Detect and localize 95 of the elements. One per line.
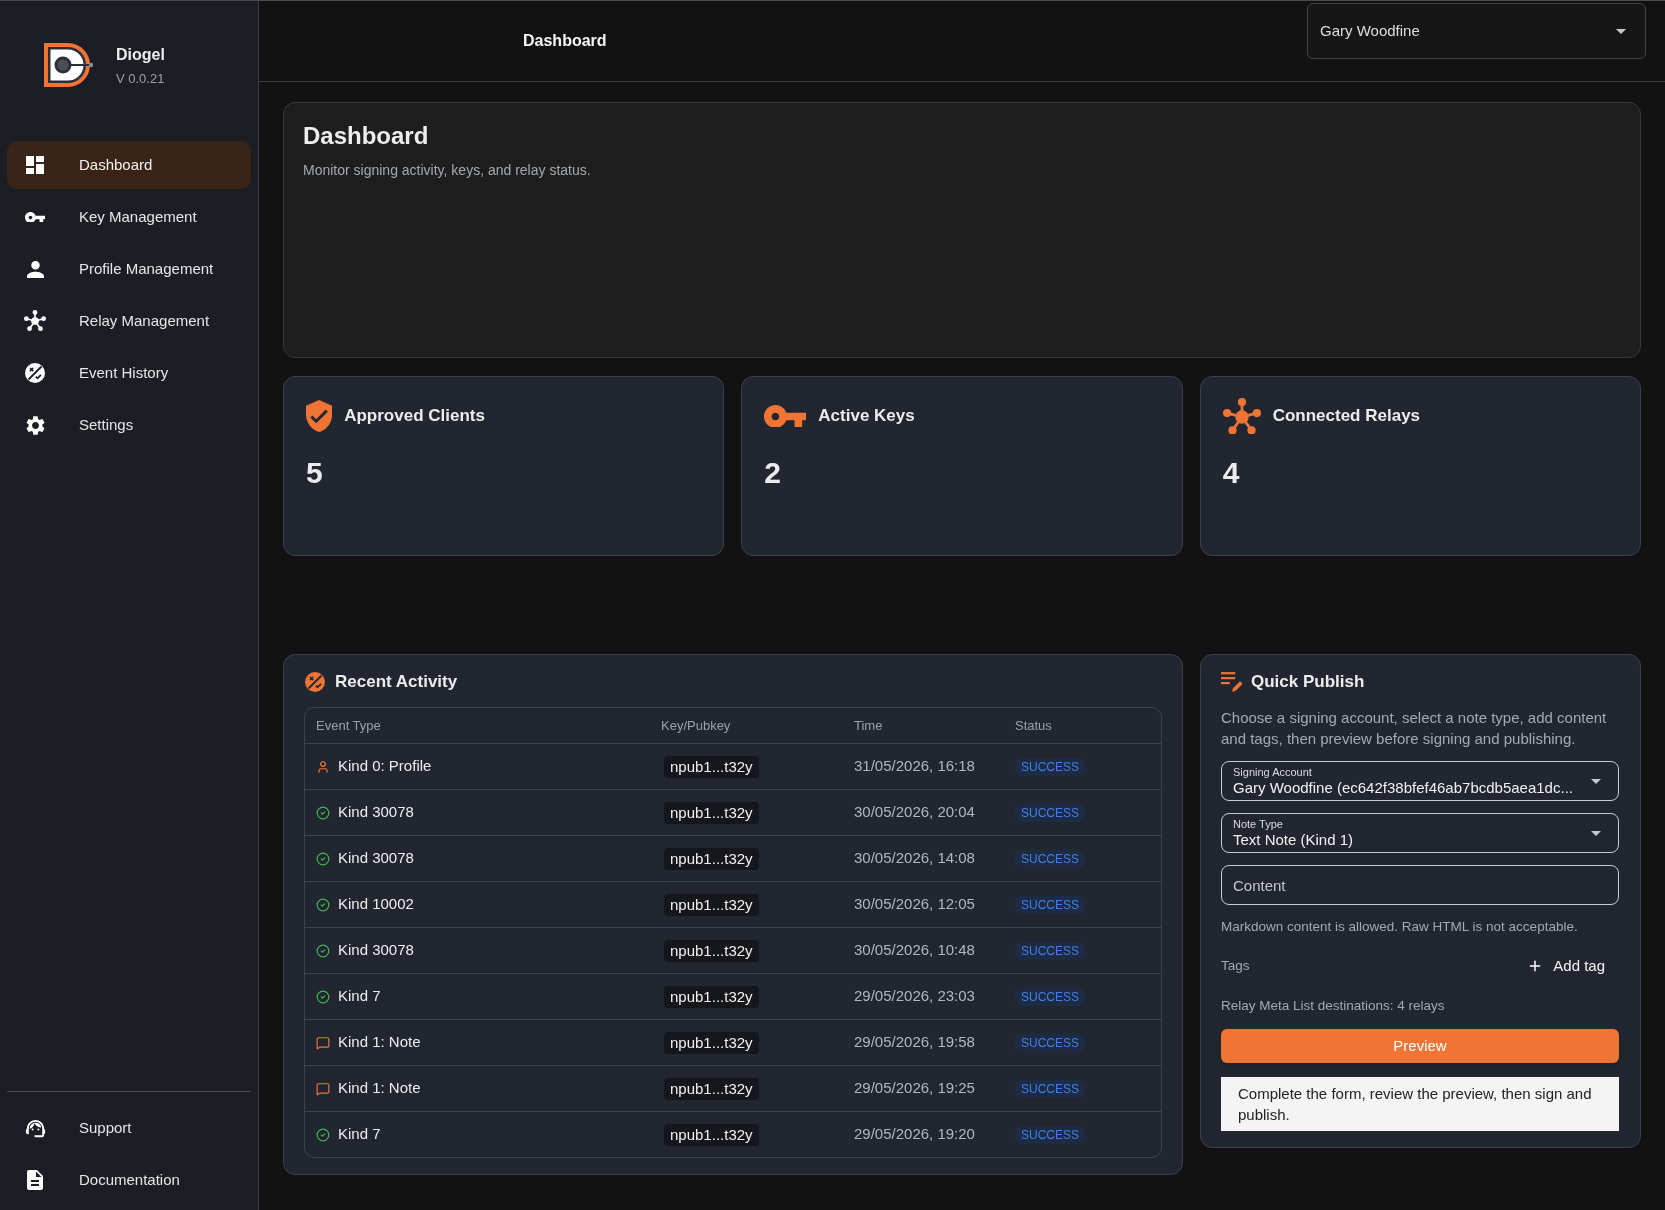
pubkey-chip: npub1...t32y bbox=[664, 985, 759, 1008]
column-header: Key/Pubkey bbox=[661, 716, 732, 735]
table-cell-text: 30/05/2026, 10:48 bbox=[854, 940, 975, 961]
pubkey-chip: npub1...t32y bbox=[664, 893, 759, 916]
check-circle-icon bbox=[316, 943, 330, 958]
app-name: Diogel bbox=[116, 45, 165, 65]
pubkey-chip: npub1...t32y bbox=[664, 755, 759, 778]
table-cell-text: 29/05/2026, 19:25 bbox=[854, 1078, 975, 1099]
chat-bubble-icon bbox=[316, 1081, 330, 1096]
table-cell-text: 29/05/2026, 19:20 bbox=[854, 1124, 975, 1145]
event-type: Kind 1: Note bbox=[338, 1032, 421, 1053]
shield-check-icon bbox=[306, 400, 333, 432]
column-header: Event Type bbox=[316, 716, 382, 735]
lines-pencil-icon bbox=[1221, 672, 1243, 692]
key-icon bbox=[764, 404, 807, 428]
check-circle-icon bbox=[316, 897, 330, 912]
nav-item[interactable]: Support bbox=[7, 1104, 251, 1152]
table-cell-text: 30/05/2026, 20:04 bbox=[854, 802, 975, 823]
status-badge: SUCCESS bbox=[1015, 757, 1085, 776]
page-subtitle: Monitor signing activity, keys, and relay status. bbox=[303, 161, 591, 180]
content-field[interactable]: Content bbox=[1221, 865, 1619, 905]
key-icon bbox=[25, 211, 45, 223]
check-x-circle-icon bbox=[305, 672, 325, 692]
card-title: Recent Activity bbox=[335, 671, 458, 694]
caret-icon bbox=[1591, 778, 1601, 784]
person-icon bbox=[316, 759, 330, 774]
page-title: Dashboard bbox=[303, 121, 429, 151]
check-x-circle-icon bbox=[25, 363, 45, 383]
network-icon bbox=[24, 310, 46, 332]
pubkey-chip: npub1...t32y bbox=[664, 1123, 759, 1146]
stat-value: 4 bbox=[1222, 455, 1240, 491]
tags-label: Tags bbox=[1221, 956, 1250, 975]
column-header: Time bbox=[854, 716, 884, 735]
check-circle-icon bbox=[316, 1127, 330, 1142]
status-badge: SUCCESS bbox=[1015, 941, 1085, 960]
check-circle-icon bbox=[316, 805, 330, 820]
network-icon bbox=[1222, 397, 1261, 435]
note-type-select[interactable]: Note Type Text Note (Kind 1) bbox=[1221, 813, 1619, 853]
pubkey-chip: npub1...t32y bbox=[664, 1077, 759, 1100]
column-header: Status bbox=[1015, 716, 1053, 735]
status-badge: SUCCESS bbox=[1015, 1125, 1085, 1144]
nav-item[interactable]: Documentation bbox=[7, 1156, 251, 1204]
event-type: Kind 30078 bbox=[338, 802, 414, 823]
stat-label: Approved Clients bbox=[344, 405, 485, 428]
table-cell-text: 30/05/2026, 14:08 bbox=[854, 848, 975, 869]
event-type: Kind 0: Profile bbox=[338, 756, 432, 777]
status-badge: SUCCESS bbox=[1015, 849, 1085, 868]
helper-text: Markdown content is allowed. Raw HTML is not acceptable. bbox=[1221, 918, 1579, 936]
status-badge: SUCCESS bbox=[1015, 895, 1085, 914]
nav-item[interactable]: Event History bbox=[7, 349, 251, 397]
card-title: Quick Publish bbox=[1251, 671, 1365, 694]
app-logo bbox=[42, 41, 94, 89]
table-cell-text: 29/05/2026, 19:58 bbox=[854, 1032, 975, 1053]
status-badge: SUCCESS bbox=[1015, 1033, 1085, 1052]
signing-account-select[interactable]: Signing Account Gary Woodfine (ec642f38bfef46ab7bcdb5aea1dc... bbox=[1221, 761, 1619, 801]
event-type: Kind 7 bbox=[338, 986, 381, 1007]
pubkey-chip: npub1...t32y bbox=[664, 1031, 759, 1054]
pubkey-chip: npub1...t32y bbox=[664, 801, 759, 824]
nav-item[interactable]: Key Management bbox=[7, 193, 251, 241]
stat-value: 5 bbox=[306, 455, 323, 491]
add-tag-button[interactable]: Add tag bbox=[1527, 950, 1619, 982]
caret-icon bbox=[1616, 28, 1626, 34]
nav-item[interactable]: Dashboard bbox=[7, 141, 251, 189]
check-circle-icon bbox=[316, 851, 330, 866]
chat-bubble-icon bbox=[316, 1035, 330, 1050]
pubkey-chip: npub1...t32y bbox=[664, 939, 759, 962]
nav-item[interactable]: Relay Management bbox=[7, 297, 251, 345]
card-description: Choose a signing account, select a note type, add content and tags, then preview before signing and publishing. bbox=[1221, 708, 1608, 749]
table-cell-text: 29/05/2026, 23:03 bbox=[854, 986, 975, 1007]
event-type: Kind 30078 bbox=[338, 848, 414, 869]
nav-item[interactable]: Settings bbox=[7, 401, 251, 449]
event-type: Kind 10002 bbox=[338, 894, 414, 915]
stat-label: Connected Relays bbox=[1272, 405, 1421, 428]
event-type: Kind 7 bbox=[338, 1124, 381, 1145]
table-cell-text: 31/05/2026, 16:18 bbox=[854, 756, 975, 777]
stat-label: Active Keys bbox=[818, 405, 915, 428]
event-type: Kind 30078 bbox=[338, 940, 414, 961]
account-select[interactable]: Gary Woodfine bbox=[1307, 3, 1646, 59]
app-version: V 0.0.21 bbox=[116, 70, 165, 88]
caret-icon bbox=[1591, 830, 1601, 836]
person-icon bbox=[26, 260, 44, 278]
pubkey-chip: npub1...t32y bbox=[664, 847, 759, 870]
status-badge: SUCCESS bbox=[1015, 987, 1085, 1006]
info-message: Complete the form, review the preview, then sign and publish. bbox=[1221, 1077, 1619, 1131]
check-circle-icon bbox=[316, 989, 330, 1004]
dashboard-icon bbox=[26, 156, 44, 174]
status-badge: SUCCESS bbox=[1015, 1079, 1085, 1098]
status-badge: SUCCESS bbox=[1015, 803, 1085, 822]
top-bar-title: Dashboard bbox=[523, 31, 607, 51]
document-icon bbox=[27, 1170, 43, 1190]
event-type: Kind 1: Note bbox=[338, 1078, 421, 1099]
nav-item[interactable]: Profile Management bbox=[7, 245, 251, 293]
table-cell-text: 30/05/2026, 12:05 bbox=[854, 894, 975, 915]
relay-info: Relay Meta List destinations: 4 relays bbox=[1221, 997, 1446, 1015]
stat-value: 2 bbox=[764, 455, 781, 491]
